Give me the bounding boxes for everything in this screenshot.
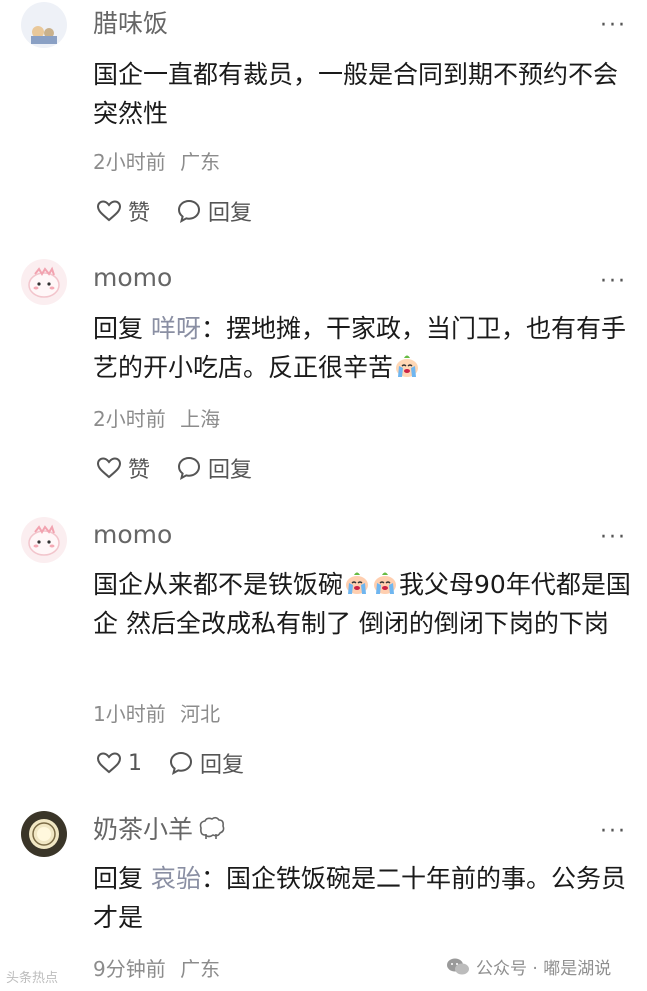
comment-bubble-icon bbox=[178, 456, 201, 480]
comment-text: 回复 咩呀：摆地摊，干家政，当门卫，也有有手艺的开小吃店。反正很辛苦 bbox=[93, 309, 633, 387]
wechat-icon bbox=[447, 958, 469, 974]
sheep-icon bbox=[199, 816, 225, 839]
location: 广东 bbox=[180, 957, 221, 981]
comment-actions: 赞 回复 bbox=[96, 196, 252, 226]
avatar[interactable] bbox=[21, 259, 67, 305]
reply-button[interactable]: 回复 bbox=[176, 195, 252, 227]
more-options-icon[interactable]: ··· bbox=[600, 15, 627, 37]
reply-prefix: 回复 bbox=[93, 314, 144, 343]
reply-target-user[interactable]: 咩呀 bbox=[151, 314, 201, 343]
reply-prefix: 回复 bbox=[93, 864, 144, 893]
reply-button[interactable]: 回复 bbox=[176, 452, 252, 484]
timestamp: 2小时前 bbox=[93, 407, 166, 431]
comment-text-part-1: 国企从来都不是铁饭碗 bbox=[93, 570, 344, 599]
more-options-icon[interactable]: ··· bbox=[600, 527, 627, 549]
comment-text: 国企从来都不是铁饭碗 我父母90年代都是国企 然后全改成私有制了 倒闭的倒闭下岗的… bbox=[93, 565, 633, 643]
avatar[interactable] bbox=[21, 811, 67, 857]
like-button[interactable]: 1 bbox=[96, 751, 142, 776]
reply-label: 回复 bbox=[208, 458, 253, 483]
comment-bubble-icon bbox=[169, 751, 193, 775]
location: 上海 bbox=[180, 407, 221, 431]
timestamp: 9分钟前 bbox=[93, 957, 166, 981]
more-options-icon[interactable]: ··· bbox=[600, 271, 627, 293]
comment-meta: 2小时前 上海 bbox=[93, 406, 228, 432]
avatar[interactable] bbox=[21, 517, 67, 563]
comment-meta: 9分钟前 广东 bbox=[93, 956, 228, 982]
like-button[interactable]: 赞 bbox=[96, 195, 150, 227]
heart-icon bbox=[96, 457, 122, 479]
heart-icon bbox=[96, 752, 122, 774]
username[interactable]: momo bbox=[93, 263, 172, 293]
watermark-text: 公众号 · 嘟是湖说 bbox=[476, 959, 612, 979]
crying-emoji-icon bbox=[396, 355, 419, 377]
timestamp: 2小时前 bbox=[93, 150, 166, 174]
comment-meta: 1小时前 河北 bbox=[93, 701, 228, 727]
watermark-right: 公众号 · 嘟是湖说 bbox=[446, 954, 611, 979]
username-text: 奶茶小羊 bbox=[93, 815, 194, 844]
location: 广东 bbox=[180, 150, 221, 174]
comment-text: 国企一直都有裁员，一般是合同到期不预约不会突然性 bbox=[93, 60, 619, 128]
username[interactable]: momo bbox=[93, 520, 172, 550]
comment-actions: 赞 回复 bbox=[96, 453, 252, 483]
crying-emoji-icon bbox=[346, 572, 369, 594]
reply-button[interactable]: 回复 bbox=[168, 747, 244, 779]
like-label: 赞 bbox=[128, 458, 151, 483]
reply-label: 回复 bbox=[200, 753, 245, 778]
avatar[interactable] bbox=[21, 2, 67, 48]
more-options-icon[interactable]: ··· bbox=[600, 821, 627, 843]
crying-emoji-icon bbox=[374, 572, 397, 594]
username[interactable]: 奶茶小羊 bbox=[93, 815, 227, 845]
reply-target-user[interactable]: 哀骀 bbox=[151, 864, 201, 893]
comment-meta: 2小时前 广东 bbox=[93, 149, 228, 175]
comment-bubble-icon bbox=[178, 199, 201, 223]
like-button[interactable]: 赞 bbox=[96, 452, 150, 484]
watermark-left: 头条热点 bbox=[6, 971, 59, 986]
location: 河北 bbox=[180, 702, 221, 726]
reply-label: 回复 bbox=[208, 201, 253, 226]
like-count: 1 bbox=[128, 750, 142, 776]
comment-actions: 1 回复 bbox=[96, 748, 244, 778]
timestamp: 1小时前 bbox=[93, 702, 166, 726]
username[interactable]: 腊味饭 bbox=[93, 9, 168, 39]
like-label: 赞 bbox=[128, 201, 151, 226]
comment-text: 回复 哀骀：国企铁饭碗是二十年前的事。公务员才是 bbox=[93, 859, 633, 937]
heart-icon bbox=[96, 200, 122, 222]
